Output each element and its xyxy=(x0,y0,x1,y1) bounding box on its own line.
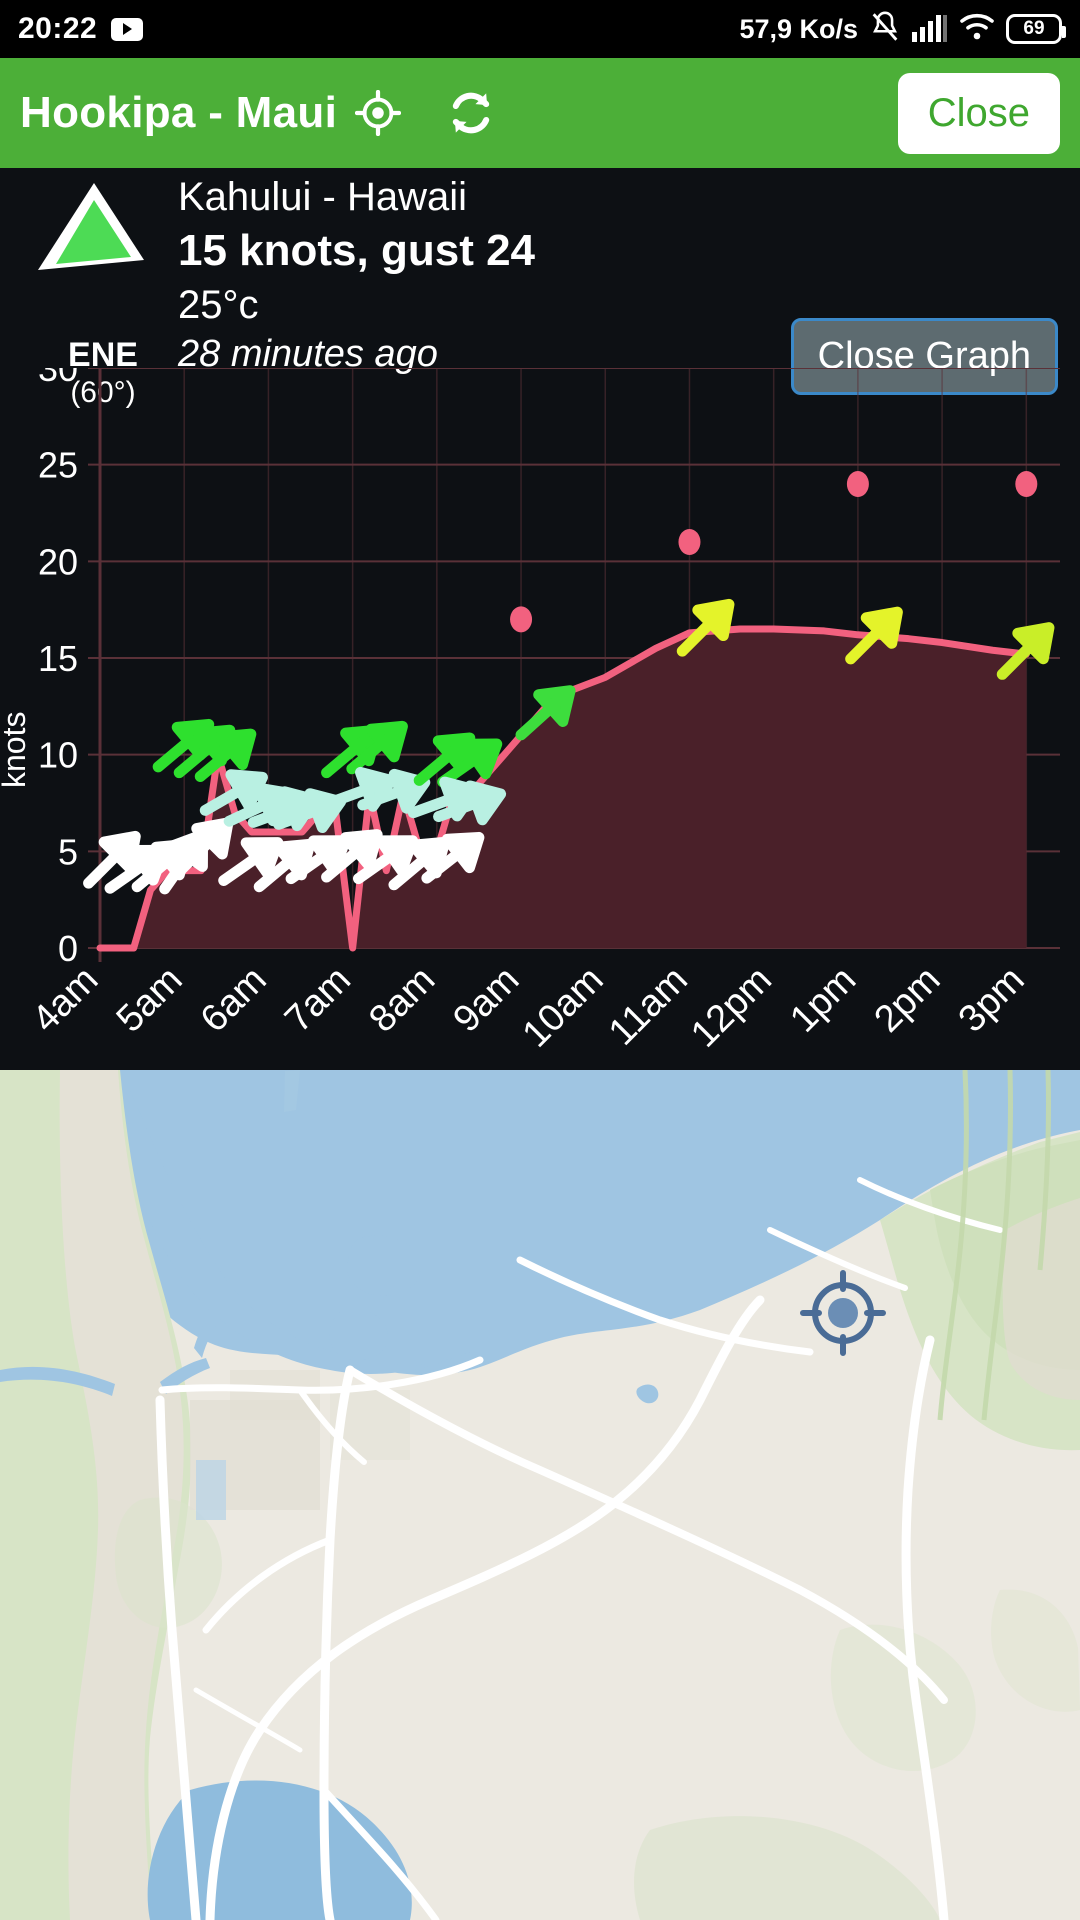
svg-text:20: 20 xyxy=(38,541,78,582)
svg-text:4am: 4am xyxy=(24,959,106,1041)
cellular-signal-icon xyxy=(912,12,948,47)
svg-text:2pm: 2pm xyxy=(867,959,949,1041)
svg-text:25: 25 xyxy=(38,445,78,486)
app-header: Hookipa - Maui Close xyxy=(0,58,1080,168)
status-bar: 20:22 57,9 Ko/s 69 xyxy=(0,0,1080,58)
map-canvas xyxy=(0,1070,1080,1920)
youtube-icon xyxy=(111,17,144,41)
svg-text:30: 30 xyxy=(38,368,78,389)
page-title: Hookipa - Maui xyxy=(20,88,338,137)
battery-level-label: 69 xyxy=(1023,18,1045,39)
temperature: 25°c xyxy=(178,283,259,328)
svg-text:5: 5 xyxy=(58,831,78,872)
svg-text:10am: 10am xyxy=(515,959,612,1056)
wind-summary: 15 knots, gust 24 xyxy=(178,226,536,275)
network-speed-label: 57,9 Ko/s xyxy=(739,13,858,44)
svg-text:7am: 7am xyxy=(277,959,359,1041)
svg-text:8am: 8am xyxy=(361,959,443,1041)
bell-muted-icon xyxy=(868,10,902,49)
close-button[interactable]: Close xyxy=(897,72,1060,154)
svg-text:3pm: 3pm xyxy=(951,959,1033,1041)
wind-direction-arrow-icon xyxy=(32,178,152,283)
graph-panel: Kahului - Hawaii 15 knots, gust 24 25°c … xyxy=(0,168,1080,1070)
wind-chart[interactable]: 0 5 10 15 20 25 30 4am 5am 6am 7am 8am 9am 10am 11am 12… xyxy=(0,368,1080,1068)
map-view[interactable]: 16 15 3 8 9 11 X X X X + − xyxy=(0,1070,1080,1920)
svg-text:12pm: 12pm xyxy=(683,959,780,1056)
svg-text:15: 15 xyxy=(38,638,78,679)
svg-text:11am: 11am xyxy=(601,959,696,1054)
svg-text:1pm: 1pm xyxy=(782,959,864,1041)
wifi-icon xyxy=(958,12,996,47)
status-time: 20:22 xyxy=(18,12,98,45)
svg-text:9am: 9am xyxy=(445,959,527,1041)
svg-text:6am: 6am xyxy=(193,959,275,1041)
spot-summary: Kahului - Hawaii 15 knots, gust 24 25°c … xyxy=(178,172,535,379)
svg-text:5am: 5am xyxy=(109,959,191,1041)
battery-indicator: 69 xyxy=(1006,14,1066,44)
crosshair-location-icon[interactable] xyxy=(355,90,402,136)
refresh-icon[interactable] xyxy=(443,85,499,141)
station-name: Kahului - Hawaii xyxy=(178,175,468,219)
svg-text:10: 10 xyxy=(38,735,78,776)
